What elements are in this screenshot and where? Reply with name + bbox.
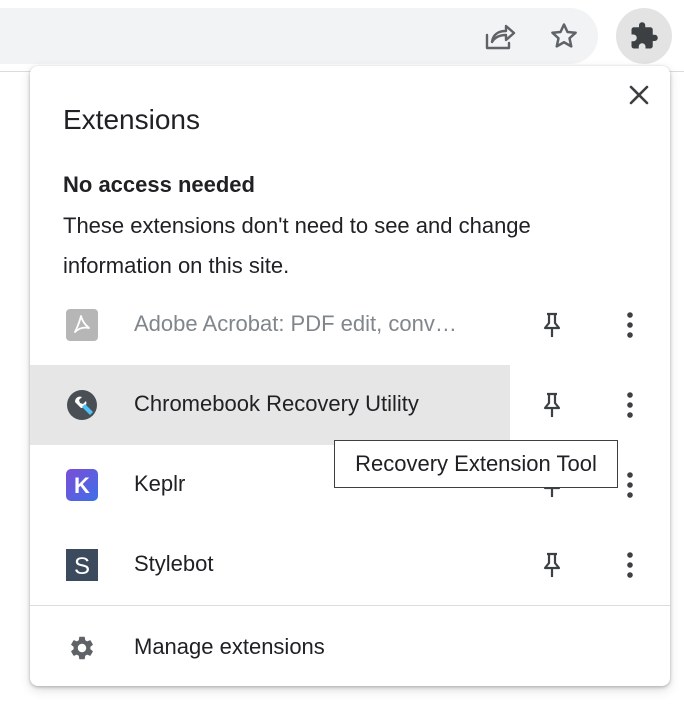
stylebot-icon-letter: S: [74, 553, 90, 580]
pin-button[interactable]: [536, 549, 568, 581]
extension-row-adobe-acrobat[interactable]: Adobe Acrobat: PDF edit, conv…: [30, 285, 670, 365]
more-options-button[interactable]: [614, 387, 646, 423]
pin-icon: [543, 312, 561, 337]
extension-row-chromebook-recovery[interactable]: Chromebook Recovery Utility: [30, 365, 670, 445]
manage-extensions-button[interactable]: Manage extensions: [30, 606, 670, 686]
close-button[interactable]: [626, 82, 652, 108]
close-icon: [629, 85, 649, 105]
more-options-button[interactable]: [614, 307, 646, 343]
chromebook-recovery-icon: [66, 389, 98, 421]
more-vert-icon: [627, 312, 633, 338]
section-description: These extensions don't need to see and c…: [63, 213, 531, 278]
more-vert-icon: [627, 552, 633, 578]
more-vert-icon: [627, 392, 633, 418]
popup-title: Extensions: [63, 104, 200, 135]
pin-button[interactable]: [536, 389, 568, 421]
pin-icon: [543, 392, 561, 417]
tooltip: Recovery Extension Tool: [334, 440, 618, 488]
star-icon[interactable]: [544, 16, 584, 56]
more-options-button[interactable]: [614, 467, 646, 503]
more-options-button[interactable]: [614, 547, 646, 583]
pin-button[interactable]: [536, 309, 568, 341]
keplr-icon: K: [66, 469, 98, 501]
more-vert-icon: [627, 472, 633, 498]
manage-extensions-label: Manage extensions: [134, 634, 325, 659]
extension-name: Chromebook Recovery Utility: [134, 391, 419, 416]
gear-icon: [68, 634, 96, 662]
extension-name: Keplr: [134, 471, 186, 496]
keplr-icon-letter: K: [74, 473, 90, 498]
stylebot-icon: S: [66, 549, 98, 581]
extension-row-stylebot[interactable]: S Stylebot: [30, 525, 670, 605]
section-heading: No access needed: [63, 172, 255, 197]
pin-icon: [543, 552, 561, 577]
extension-name: Adobe Acrobat: PDF edit, conv…: [134, 311, 457, 336]
extensions-button[interactable]: [616, 8, 672, 64]
extensions-popup: Extensions No access needed These extens…: [30, 66, 670, 686]
share-icon[interactable]: [480, 16, 520, 56]
extension-name: Stylebot: [134, 551, 214, 576]
puzzle-icon: [631, 22, 658, 49]
adobe-acrobat-icon: [66, 309, 98, 341]
